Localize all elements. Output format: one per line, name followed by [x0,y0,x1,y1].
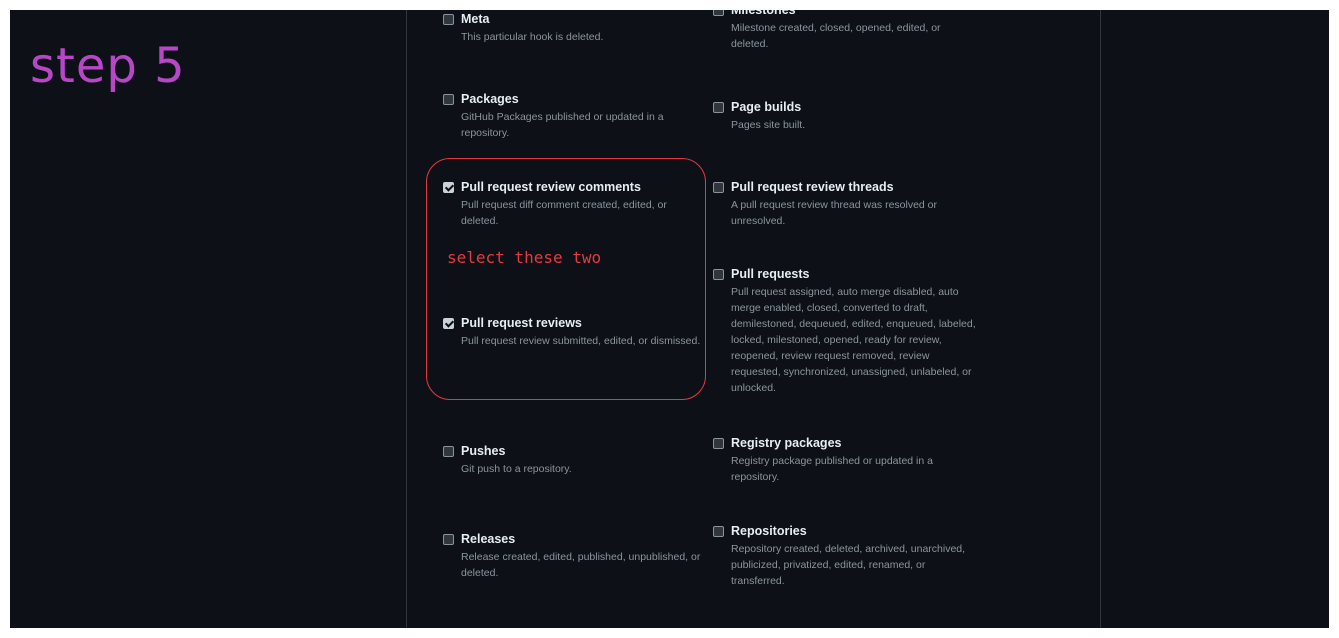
event-checkbox[interactable] [443,94,454,105]
event-title: Pull request review threads [731,180,894,194]
event-milestones: Milestones Milestone created, closed, op… [713,10,958,52]
event-checkbox[interactable] [713,438,724,449]
event-pushes: Pushes Git push to a repository. [443,444,688,477]
event-description: Pages site built. [731,119,806,131]
event-repositories: Repositories Repository created, deleted… [713,524,973,589]
event-title: Milestones [731,10,796,17]
event-checkbox[interactable] [713,102,724,113]
event-description: A pull request review thread was resolve… [731,199,938,227]
event-title: Pull requests [731,267,810,281]
event-registry-packages: Registry packages Registry package publi… [713,436,958,485]
event-checkbox[interactable] [713,269,724,280]
event-checkbox[interactable] [443,14,454,25]
event-title: Repositories [731,524,807,538]
event-description: Repository created, deleted, archived, u… [731,543,966,587]
event-title: Releases [461,532,516,546]
event-releases: Releases Release created, edited, publis… [443,532,705,581]
event-description: Milestone created, closed, opened, edite… [731,22,941,50]
event-title: Registry packages [731,436,842,450]
event-meta: Meta This particular hook is deleted. [443,12,713,45]
event-packages: Packages GitHub Packages published or up… [443,92,688,141]
event-description: Git push to a repository. [461,463,572,475]
highlight-outline [426,158,706,400]
screenshot-area: step 5 Meta This particular hook is dele… [10,10,1329,628]
event-description: GitHub Packages published or updated in … [461,111,664,139]
event-pull-request-review-threads: Pull request review threads A pull reque… [713,180,958,229]
event-description: Registry package published or updated in… [731,455,933,483]
event-description: Pull request assigned, auto merge disabl… [731,286,976,394]
event-title: Pushes [461,444,506,458]
event-checkbox[interactable] [443,534,454,545]
step-annotation: step 5 [30,38,186,94]
event-pull-requests: Pull requests Pull request assigned, aut… [713,267,981,396]
event-description: Release created, edited, published, unpu… [461,551,701,579]
event-title: Page builds [731,100,802,114]
event-title: Packages [461,92,519,106]
event-description: This particular hook is deleted. [461,31,604,43]
event-checkbox[interactable] [443,446,454,457]
annotation-note: select these two [447,248,602,267]
event-page-builds: Page builds Pages site built. [713,100,958,133]
event-checkbox[interactable] [713,182,724,193]
event-checkbox[interactable] [713,10,724,16]
event-checkbox[interactable] [713,526,724,537]
event-title: Meta [461,12,490,26]
